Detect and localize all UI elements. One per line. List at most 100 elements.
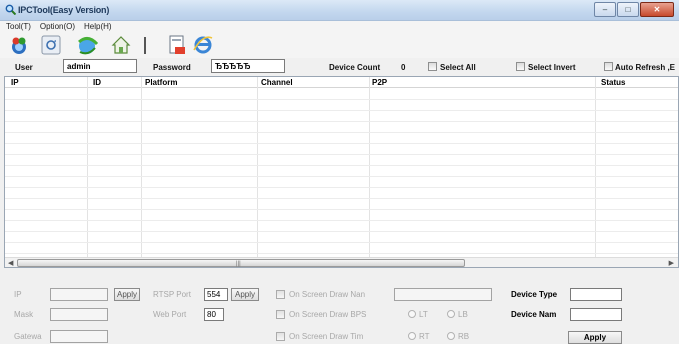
rtsp-port-label: RTSP Port [153,290,191,299]
ip-label: IP [14,290,22,299]
osd-name-label: On Screen Draw Nan [289,290,366,299]
radio-rt-label: RT [419,332,430,341]
grid-row-divider [5,231,678,232]
menu-tool[interactable]: Tool(T) [0,21,34,33]
login-row: User admin Password ЂЂЂЂЂ Device Count 0… [0,58,679,76]
device-count-value: 0 [401,63,406,72]
device-name-input[interactable] [570,308,622,321]
osd-time-checkbox[interactable] [276,332,285,341]
grid-row-divider [5,253,678,254]
close-icon: ✕ [653,5,661,14]
select-invert-checkbox[interactable] [516,62,525,71]
grid-row-divider [5,99,678,100]
settings-document-icon[interactable] [166,34,188,56]
osd-bps-label: On Screen Draw BPS [289,310,367,319]
grid-row-divider [5,143,678,144]
grid-row-divider [5,242,678,243]
scroll-right-icon[interactable]: ▶ [669,259,674,267]
window-title: IPCTool(Easy Version) [18,5,110,15]
grid-row-divider [5,121,678,122]
radio-lb[interactable] [447,310,455,318]
radio-rb-label: RB [458,332,470,341]
grid-column-divider [87,77,88,257]
grid-row-divider [5,110,678,111]
grid-column-divider [257,77,258,257]
grid-row-divider [5,220,678,221]
device-type-input[interactable] [570,288,622,301]
maximize-icon: □ [625,5,631,14]
minimize-button[interactable]: – [594,2,616,17]
select-invert-label: Select Invert [528,63,576,72]
title-bar: IPCTool(Easy Version) – □ ✕ [0,0,679,21]
osd-name-checkbox[interactable] [276,290,285,299]
rtsp-apply-button[interactable]: Apply [231,288,259,301]
toolbar [0,33,679,58]
refresh-icon[interactable] [40,34,62,56]
rtsp-port-input[interactable]: 554 [204,288,228,301]
grid-row-divider [5,165,678,166]
web-port-label: Web Port [153,310,187,319]
toolbar-separator [144,37,146,54]
gateway-label: Gatewa [14,332,42,341]
ie-browser-icon[interactable] [76,34,98,56]
scrollbar-thumb[interactable]: ||| [17,259,465,267]
radio-lt[interactable] [408,310,416,318]
column-platform[interactable]: Platform [145,78,177,87]
web-port-input[interactable]: 80 [204,308,224,321]
gateway-input[interactable] [50,330,108,343]
close-button[interactable]: ✕ [640,2,674,17]
device-count-label: Device Count [329,63,381,72]
table-header: IP ID Platform Channel P2P Status [5,77,678,88]
select-all-checkbox[interactable] [428,62,437,71]
scroll-left-icon[interactable]: ◀ [8,259,13,267]
device-apply-button[interactable]: Apply [568,331,622,344]
grid-column-divider [369,77,370,257]
scroll-grip-icon: ||| [236,261,241,267]
grid-row-divider [5,132,678,133]
grid-row-divider [5,209,678,210]
grid-row-divider [5,154,678,155]
home-icon[interactable] [110,34,132,56]
auto-refresh-label: Auto Refresh ,E [615,63,676,72]
magnifier-app-icon [5,4,16,15]
column-id[interactable]: ID [93,78,101,87]
internet-explorer-icon[interactable] [192,34,214,56]
device-settings-panel: IP Apply Mask Gatewa RTSP Port 554 Apply… [0,268,679,344]
maximize-button[interactable]: □ [617,2,639,17]
osd-name-input[interactable] [394,288,492,301]
radio-lt-label: LT [419,310,428,319]
user-label: User [15,63,33,72]
column-p2p[interactable]: P2P [372,78,387,87]
grid-column-divider [141,77,142,257]
menu-option[interactable]: Option(O) [34,21,78,33]
mask-label: Mask [14,310,34,319]
osd-time-label: On Screen Draw Tim [289,332,364,341]
menu-bar: Tool(T) Option(O) Help(H) [0,21,679,33]
password-input[interactable]: ЂЂЂЂЂ [211,59,285,73]
search-device-icon[interactable] [8,34,30,56]
window-controls: – □ ✕ [593,2,674,17]
grid-row-divider [5,198,678,199]
radio-lb-label: LB [458,310,468,319]
menu-help[interactable]: Help(H) [78,21,115,33]
radio-rb[interactable] [447,332,455,340]
ip-apply-button[interactable]: Apply [114,288,140,301]
radio-rt[interactable] [408,332,416,340]
select-all-label: Select All [440,63,476,72]
grid-row-divider [5,187,678,188]
device-name-label: Device Nam [511,310,557,319]
ip-input[interactable] [50,288,108,301]
column-status[interactable]: Status [601,78,625,87]
osd-bps-checkbox[interactable] [276,310,285,319]
device-table[interactable]: IP ID Platform Channel P2P Status ◀ ||| … [4,76,679,268]
grid-column-divider [595,77,596,257]
mask-input[interactable] [50,308,108,321]
column-ip[interactable]: IP [11,78,19,87]
device-type-label: Device Type [511,290,558,299]
column-channel[interactable]: Channel [261,78,293,87]
user-input[interactable]: admin [63,59,137,73]
auto-refresh-checkbox[interactable] [604,62,613,71]
password-label: Password [153,63,191,72]
grid-row-divider [5,176,678,177]
horizontal-scrollbar[interactable]: ◀ ||| ▶ [5,257,678,267]
